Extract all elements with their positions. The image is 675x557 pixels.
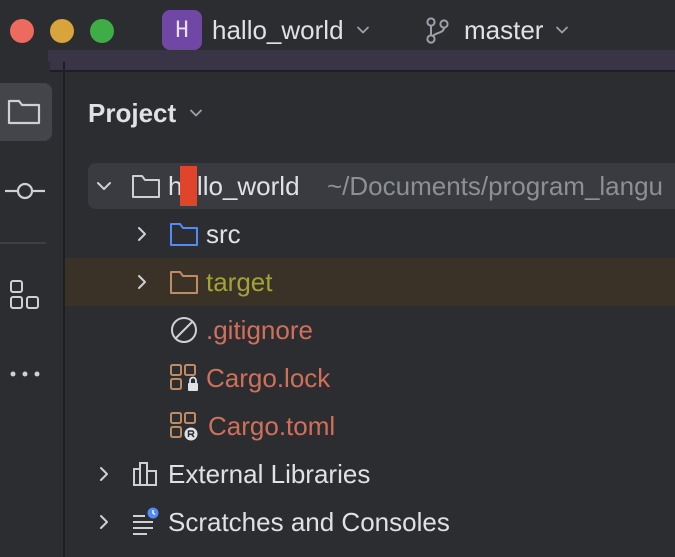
tree-row-root[interactable]: hello_world ~/Documents/program_langu	[65, 163, 675, 209]
source-folder-icon	[170, 223, 198, 246]
structure-icon	[10, 280, 39, 309]
commit-tool-button[interactable]	[0, 162, 50, 220]
panel-header[interactable]: Project	[88, 96, 206, 130]
excluded-folder-icon	[170, 271, 198, 294]
tree-label-cargo-lock: Cargo.lock	[206, 363, 331, 393]
minimize-window-button[interactable]	[50, 19, 74, 43]
structure-tool-button[interactable]	[0, 266, 50, 324]
scratches-icon	[133, 507, 159, 535]
tree-label-src: src	[206, 219, 241, 249]
tree-label-external-libraries: External Libraries	[168, 459, 371, 489]
chevron-down-icon	[556, 26, 569, 34]
project-tool-button[interactable]	[0, 83, 52, 141]
tree-label-target: target	[206, 267, 273, 297]
cargo-toml-icon	[170, 412, 198, 441]
cargo-lock-icon	[170, 364, 198, 391]
tree-row-src[interactable]: src	[65, 211, 675, 257]
library-icon	[133, 462, 157, 486]
caret-highlight	[180, 166, 197, 206]
tree-label-scratches: Scratches and Consoles	[168, 507, 450, 537]
folder-icon	[7, 99, 41, 125]
project-switcher[interactable]: H hallo_world	[162, 10, 372, 50]
tree-label-cargo-toml: Cargo.toml	[208, 411, 336, 441]
chevron-right-icon[interactable]	[93, 463, 115, 485]
chevron-down-icon	[356, 26, 369, 34]
tree-row-external-libraries[interactable]: External Libraries	[65, 451, 675, 497]
ignore-file-icon	[171, 317, 197, 343]
chevron-down-icon[interactable]	[93, 175, 115, 197]
tree-row-cargo-toml[interactable]: Cargo.toml	[65, 403, 675, 449]
vcs-branch-switcher[interactable]: master	[424, 12, 571, 48]
chevron-right-icon[interactable]	[93, 511, 115, 533]
chevron-down-icon	[190, 109, 203, 117]
folder-icon	[132, 175, 160, 198]
tree-row-target[interactable]: target	[65, 259, 675, 305]
branch-name: master	[464, 14, 544, 45]
more-icon	[10, 371, 40, 377]
chevron-right-icon[interactable]	[131, 223, 153, 245]
tree-label-gitignore: .gitignore	[206, 315, 313, 345]
project-panel: Project hello_world ~/Documents/program_…	[65, 72, 675, 557]
panel-title: Project	[88, 97, 177, 128]
tree-path-root: ~/Documents/program_langu	[327, 171, 664, 201]
zoom-window-button[interactable]	[90, 19, 114, 43]
more-tools-button[interactable]	[0, 345, 50, 403]
tool-window-stripe	[0, 62, 52, 557]
tree-row-scratches[interactable]: Scratches and Consoles	[65, 499, 675, 545]
chevron-right-icon[interactable]	[131, 271, 153, 293]
project-name: hallo_world	[212, 14, 344, 45]
stripe-separator	[0, 242, 46, 244]
tree-row-gitignore[interactable]: .gitignore	[65, 307, 675, 353]
commit-icon	[5, 182, 45, 200]
git-branch-icon	[426, 17, 449, 44]
project-badge: H	[162, 10, 202, 50]
tree-row-cargo-lock[interactable]: Cargo.lock	[65, 355, 675, 401]
close-window-button[interactable]	[10, 19, 34, 43]
title-bar-accent	[48, 50, 675, 70]
